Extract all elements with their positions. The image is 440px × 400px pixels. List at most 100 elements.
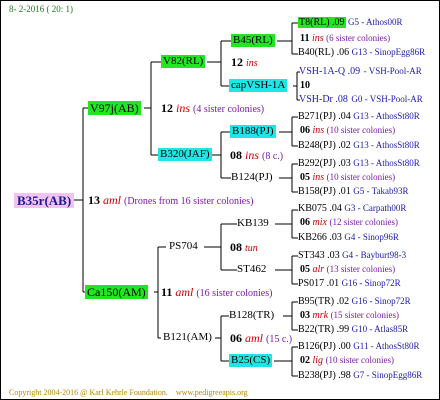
gen4-note: (10 sister colonies) bbox=[325, 355, 395, 365]
gen4-ancestor-row: PS017 .01 G16 - Sinop72R bbox=[298, 279, 401, 289]
gen2-mating-info: 06 aml (15 c.) bbox=[230, 332, 292, 345]
gen2-queen-box[interactable]: B320(JAF) bbox=[158, 148, 212, 161]
gen4-queen[interactable]: KB075 .04 bbox=[298, 203, 342, 214]
gen4-num: 05 bbox=[300, 172, 310, 183]
gen4-line: G7 - SinopEgg86R bbox=[353, 370, 423, 380]
gen4-note: (10 sister colonies) bbox=[326, 172, 396, 182]
gen4-num: 06 bbox=[300, 217, 310, 228]
gen3-queen-box[interactable]: B25(CS) bbox=[229, 354, 273, 367]
gen4-mating-info: 06 ins (10 sister colonies) bbox=[300, 126, 395, 136]
gen4-queen[interactable]: VSH-1A-Q .09 bbox=[298, 66, 361, 77]
gen3-queen-label[interactable]: KB139 bbox=[237, 218, 269, 229]
gen4-abbr: ins bbox=[312, 125, 325, 136]
gen3-queen-label[interactable]: ST462 bbox=[237, 264, 266, 275]
gen4-line: G4 - Sinop96R bbox=[344, 232, 399, 242]
gen4-num: 05 bbox=[300, 264, 310, 275]
gen4-line: G13 - AthosSt80R bbox=[353, 158, 420, 168]
site-link[interactable]: www.pedigreeapis.org bbox=[176, 388, 248, 397]
gen4-ancestor-row: B248(PJ) .02 G13 - AthosSt80R bbox=[298, 141, 420, 151]
gen4-queen[interactable]: B271(PJ) .04 bbox=[298, 111, 351, 122]
gen4-abbr: mix bbox=[312, 217, 327, 228]
gen4-queen[interactable]: VSH-Dr .08 bbox=[298, 94, 349, 105]
gen4-abbr: alr bbox=[312, 264, 325, 275]
gen4-line: - VSH-Pool-AR bbox=[363, 66, 422, 76]
gen1-abbr: ins bbox=[176, 101, 191, 115]
gen4-ancestor-row: VSH-1A-Q .09 - VSH-Pool-AR bbox=[298, 67, 422, 77]
gen1-note: (4 sister colonies) bbox=[193, 104, 265, 115]
root-abbr: aml bbox=[103, 193, 121, 207]
gen3-queen-box[interactable]: B45(RL) bbox=[231, 34, 275, 47]
gen3-queen-label[interactable]: B128(TR) bbox=[229, 310, 274, 321]
gen2-mating-info: 08 ins (8 c.) bbox=[230, 149, 283, 162]
gen4-queen[interactable]: B158(PJ) .01 bbox=[298, 186, 351, 197]
gen4-note: (12 sister colonies) bbox=[329, 217, 398, 227]
gen1-abbr: aml bbox=[175, 285, 194, 299]
gen3-mating-info: 12 ins bbox=[231, 56, 258, 69]
gen3-queen-label[interactable]: B124(PJ) bbox=[231, 172, 273, 183]
gen4-line: G13 - SinopEgg86R bbox=[351, 47, 426, 57]
gen4-abbr: ins bbox=[312, 172, 325, 183]
gen3-mating-num: 10 bbox=[300, 80, 310, 91]
report-date: 8- 2-2016 ( 20: 1) bbox=[9, 4, 73, 14]
gen4-line: G0 - VSH-Pool-AR bbox=[351, 94, 423, 104]
gen4-line: G10 - Atlas85R bbox=[351, 324, 409, 334]
gen4-line: G13 - AthosSt80R bbox=[353, 111, 420, 121]
gen4-queen[interactable]: PS017 .01 bbox=[298, 278, 339, 289]
gen4-line: G5 - Athos00R bbox=[348, 17, 403, 27]
root-num: 13 bbox=[88, 193, 100, 207]
gen4-mating-info: 05 ins (10 sister colonies) bbox=[300, 173, 395, 183]
gen4-ancestor-row: KB266 .03 G4 - Sinop96R bbox=[298, 233, 399, 243]
gen2-queen-label[interactable]: B121(AM) bbox=[163, 332, 212, 343]
gen1-mating-info: 11 aml (16 sister colonies) bbox=[161, 286, 272, 299]
gen1-note: (16 sister colonies) bbox=[196, 288, 273, 299]
gen1-queen-box[interactable]: Ca150(AM) bbox=[85, 285, 148, 299]
gen4-num: 06 bbox=[300, 125, 310, 136]
gen1-queen-box[interactable]: V97j(AB) bbox=[88, 101, 141, 115]
gen4-ancestor-row: KB075 .04 G3 - Carpath00R bbox=[298, 204, 406, 214]
gen4-num: 11 bbox=[300, 33, 310, 44]
gen4-ancestor-row: T8(RL) .09 G5 - Athos00R bbox=[298, 17, 403, 28]
gen4-queen[interactable]: KB266 .03 bbox=[298, 232, 342, 243]
gen4-queen[interactable]: B40(RL) .06 bbox=[298, 47, 349, 58]
gen4-mating-info: 11 ins (6 sister colonies) bbox=[300, 34, 390, 44]
gen4-num: 02 bbox=[300, 355, 310, 366]
gen4-queen[interactable]: T8(RL) .09 bbox=[298, 17, 346, 28]
gen4-line: G11 - AthosSt80R bbox=[353, 341, 420, 351]
gen3-queen-box[interactable]: B188(PJ) bbox=[230, 125, 276, 138]
gen4-queen[interactable]: ST343 .03 bbox=[298, 250, 340, 261]
gen3-queen-box[interactable]: capVSH-1A bbox=[229, 79, 288, 92]
gen4-line: G16 - Sinop72R bbox=[341, 278, 401, 288]
gen3-abbr: ins bbox=[246, 58, 258, 69]
gen2-num: 08 bbox=[230, 148, 242, 162]
gen4-mating-info: 06 mix (12 sister colonies) bbox=[300, 218, 398, 228]
gen4-ancestor-row: B238(PJ) .98 G7 - SinopEgg86R bbox=[298, 371, 422, 381]
gen4-abbr: lig bbox=[312, 355, 324, 366]
gen4-queen[interactable]: B238(PJ) .98 bbox=[298, 370, 351, 381]
gen2-mating-info: 08 tun bbox=[230, 241, 258, 254]
gen4-ancestor-row: B40(RL) .06 G13 - SinopEgg86R bbox=[298, 48, 425, 58]
gen4-note: (15 sister colonies) bbox=[330, 310, 400, 320]
gen3-num: 12 bbox=[231, 55, 243, 69]
gen2-note: (8 c.) bbox=[262, 151, 284, 162]
gen4-ancestor-row: ST343 .03 G4 - Bayburt98-3 bbox=[298, 251, 406, 261]
gen4-line: G13 - AthosSt80R bbox=[353, 140, 420, 150]
gen4-line: G3 - Carpath00R bbox=[344, 203, 407, 213]
gen4-queen[interactable]: B22(TR) .99 bbox=[298, 324, 349, 335]
gen4-ancestor-row: B126(PJ) .00 G11 - AthosSt80R bbox=[298, 342, 419, 352]
gen4-queen[interactable]: B292(PJ) .03 bbox=[298, 158, 351, 169]
gen1-mating-info: 12 ins (4 sister colonies) bbox=[161, 102, 264, 115]
gen1-num: 11 bbox=[161, 285, 173, 299]
gen4-ancestor-row: B22(TR) .99 G10 - Atlas85R bbox=[298, 325, 408, 335]
gen4-queen[interactable]: B95(TR) .02 bbox=[298, 296, 349, 307]
gen1-num: 12 bbox=[161, 101, 173, 115]
root-mating-info: 13 aml (Drones from 16 sister colonies) bbox=[88, 194, 253, 207]
root-queen-box[interactable]: B35r(AB) bbox=[14, 193, 75, 208]
gen2-queen-label[interactable]: PS704 bbox=[169, 241, 198, 252]
copyright-text: Copyright 2004-2016 @ Karl Kehrle Founda… bbox=[9, 388, 168, 397]
gen4-queen[interactable]: B126(PJ) .00 bbox=[298, 341, 351, 352]
gen2-queen-box[interactable]: V82(RL) bbox=[161, 55, 206, 68]
gen4-mating-info: 05 alr (13 sister colonies) bbox=[300, 265, 395, 275]
gen4-queen[interactable]: B248(PJ) .02 bbox=[298, 140, 351, 151]
gen4-line: G16 - Sinop72R bbox=[351, 296, 411, 306]
pedigree-diagram: 8- 2-2016 ( 20: 1) B35r(AB) 13 aml (Dron… bbox=[0, 0, 440, 400]
